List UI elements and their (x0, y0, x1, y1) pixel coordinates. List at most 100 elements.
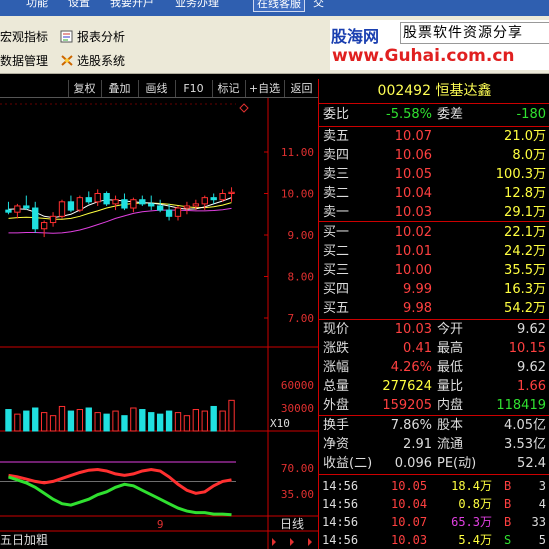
candle-body[interactable] (103, 193, 110, 205)
candle-body[interactable] (121, 199, 128, 209)
ask-row[interactable]: 卖四 10.06 8.0万 (319, 147, 549, 165)
menu-item-business[interactable]: 业务办理 (175, 0, 219, 12)
candle-body[interactable] (174, 207, 182, 217)
scroll-right-icon[interactable] (308, 538, 312, 546)
candle-body[interactable] (94, 193, 101, 203)
candle-body[interactable] (183, 205, 191, 209)
stock-screener-button[interactable]: 选股系统 (60, 52, 125, 70)
report-analysis-button[interactable]: 报表分析 (60, 28, 125, 46)
volume-bar (23, 410, 30, 432)
stat-value: 10.03 (394, 322, 432, 337)
volume-bar (5, 409, 12, 432)
candle-body[interactable] (210, 197, 217, 201)
stock-title: 002492 恒基达鑫 (319, 79, 549, 104)
bid-row[interactable]: 买五 9.98 54.2万 (319, 300, 549, 318)
stat-value: 118419 (496, 398, 546, 413)
candle-body[interactable] (112, 199, 119, 205)
fundamental-label: PE(动) (437, 456, 477, 471)
ask-price: 10.05 (394, 167, 432, 182)
candle-body[interactable] (67, 201, 75, 211)
candle-body[interactable] (23, 205, 30, 209)
bid-row[interactable]: 买一 10.02 22.1万 (319, 224, 549, 242)
candle-body[interactable] (165, 209, 173, 217)
ask-row[interactable]: 卖五 10.07 21.0万 (319, 128, 549, 146)
candle-body[interactable] (130, 199, 137, 209)
kline-chart[interactable]: 11.00 10.00 9.00 8.00 7.00 60000 30000 X10 70.00… (0, 98, 318, 549)
candle-body[interactable] (156, 205, 164, 211)
ask-label: 卖五 (323, 129, 350, 144)
candle-body[interactable] (228, 191, 235, 194)
ask-row[interactable]: 卖一 10.03 29.1万 (319, 204, 549, 222)
tab-five-day-bold[interactable]: 五日加粗 (0, 533, 48, 547)
candle-body[interactable] (85, 197, 92, 203)
separator (319, 415, 549, 416)
report-analysis-label: 报表分析 (77, 30, 126, 44)
separator (319, 221, 549, 222)
trade-tick-row: 14:56 10.04 0.8万 B 4 (319, 495, 549, 513)
indicator-axis-label: 70.00 (281, 462, 314, 475)
candle-body[interactable] (58, 201, 66, 217)
scroll-right-icon[interactable] (290, 538, 294, 546)
ask-row[interactable]: 卖三 10.05 100.3万 (319, 166, 549, 184)
stat-value: 0.41 (403, 341, 432, 356)
candle-body[interactable] (219, 193, 226, 201)
fundamental-value: 2.91 (403, 437, 432, 452)
candle-body[interactable] (192, 203, 200, 207)
stat-row: 现价 10.03 今开 9.62 (319, 321, 549, 339)
fundamental-row: 收益(二) 0.096 PE(动) 52.4 (319, 455, 549, 473)
candle-body[interactable] (76, 197, 84, 211)
candle-body[interactable] (40, 222, 48, 230)
kline-chart-svg[interactable]: 11.00 10.00 9.00 8.00 7.00 60000 30000 X10 70.00… (0, 98, 318, 549)
weicha-label: 委差 (437, 107, 464, 122)
bid-volume: 22.1万 (504, 225, 546, 240)
add-watchlist-button[interactable]: +自选 (245, 80, 283, 97)
tick-side: B (504, 515, 512, 529)
volume-bar (228, 399, 235, 432)
bid-price: 10.01 (394, 244, 432, 259)
menu-bar: 功能 设置 我要开户 业务办理 在线客服 交 (0, 0, 549, 16)
f10-button[interactable]: F10 (175, 80, 211, 97)
candle-body[interactable] (5, 209, 12, 213)
fundamental-value: 3.53亿 (504, 437, 546, 452)
fundamental-label: 收益(二) (323, 456, 373, 471)
quote-panel: 002492 恒基达鑫 委比 -5.58% 委差 -180 卖五 10.07 21.… (318, 79, 549, 549)
candle-body[interactable] (139, 199, 146, 205)
back-button[interactable]: 返回 (284, 80, 318, 97)
stat-value: 9.62 (517, 360, 546, 375)
volume-bar (192, 409, 200, 432)
volume-bar (85, 407, 92, 432)
menu-item-open-account[interactable]: 我要开户 (110, 0, 154, 12)
ask-price: 10.04 (394, 186, 432, 201)
online-service-button[interactable]: 在线客服 (253, 0, 305, 12)
candle-body[interactable] (32, 207, 39, 230)
menu-item-function[interactable]: 功能 (26, 0, 48, 12)
volume-bar (210, 405, 217, 432)
bid-row[interactable]: 买二 10.01 24.2万 (319, 243, 549, 261)
ask-row[interactable]: 卖二 10.04 12.8万 (319, 185, 549, 203)
volume-bar (174, 412, 182, 432)
volume-bar (94, 412, 101, 432)
bid-row[interactable]: 买四 9.99 16.3万 (319, 281, 549, 299)
data-management-button[interactable]: 数据管理 (0, 52, 48, 70)
bid-row[interactable]: 买三 10.00 35.5万 (319, 262, 549, 280)
mark-button[interactable]: 标记 (212, 80, 244, 97)
menu-item-settings[interactable]: 设置 (68, 0, 90, 12)
draw-line-button[interactable]: 画线 (138, 80, 174, 97)
fundamental-label: 流通 (437, 437, 464, 452)
candle-body[interactable] (49, 215, 57, 224)
weibi-row: 委比 -5.58% 委差 -180 (319, 106, 549, 124)
fuquan-button[interactable]: 复权 (68, 80, 100, 97)
overlay-button[interactable]: 叠加 (101, 80, 137, 97)
macro-indicator-button[interactable]: 宏观指标 (0, 28, 48, 46)
tab-daily[interactable]: 日线 (280, 517, 304, 531)
stat-value: 159205 (382, 398, 432, 413)
bid-price: 9.99 (403, 282, 432, 297)
bid-label: 买三 (323, 263, 350, 278)
trade-tick-row: 14:56 10.05 18.4万 B 3 (319, 477, 549, 495)
candle-body[interactable] (201, 197, 208, 205)
scroll-right-icon[interactable] (272, 538, 276, 546)
indicator-axis-label: 35.00 (281, 488, 314, 501)
menu-item-trade[interactable]: 交 (313, 0, 324, 12)
candle-body[interactable] (14, 205, 21, 213)
candle-body[interactable] (148, 203, 155, 207)
